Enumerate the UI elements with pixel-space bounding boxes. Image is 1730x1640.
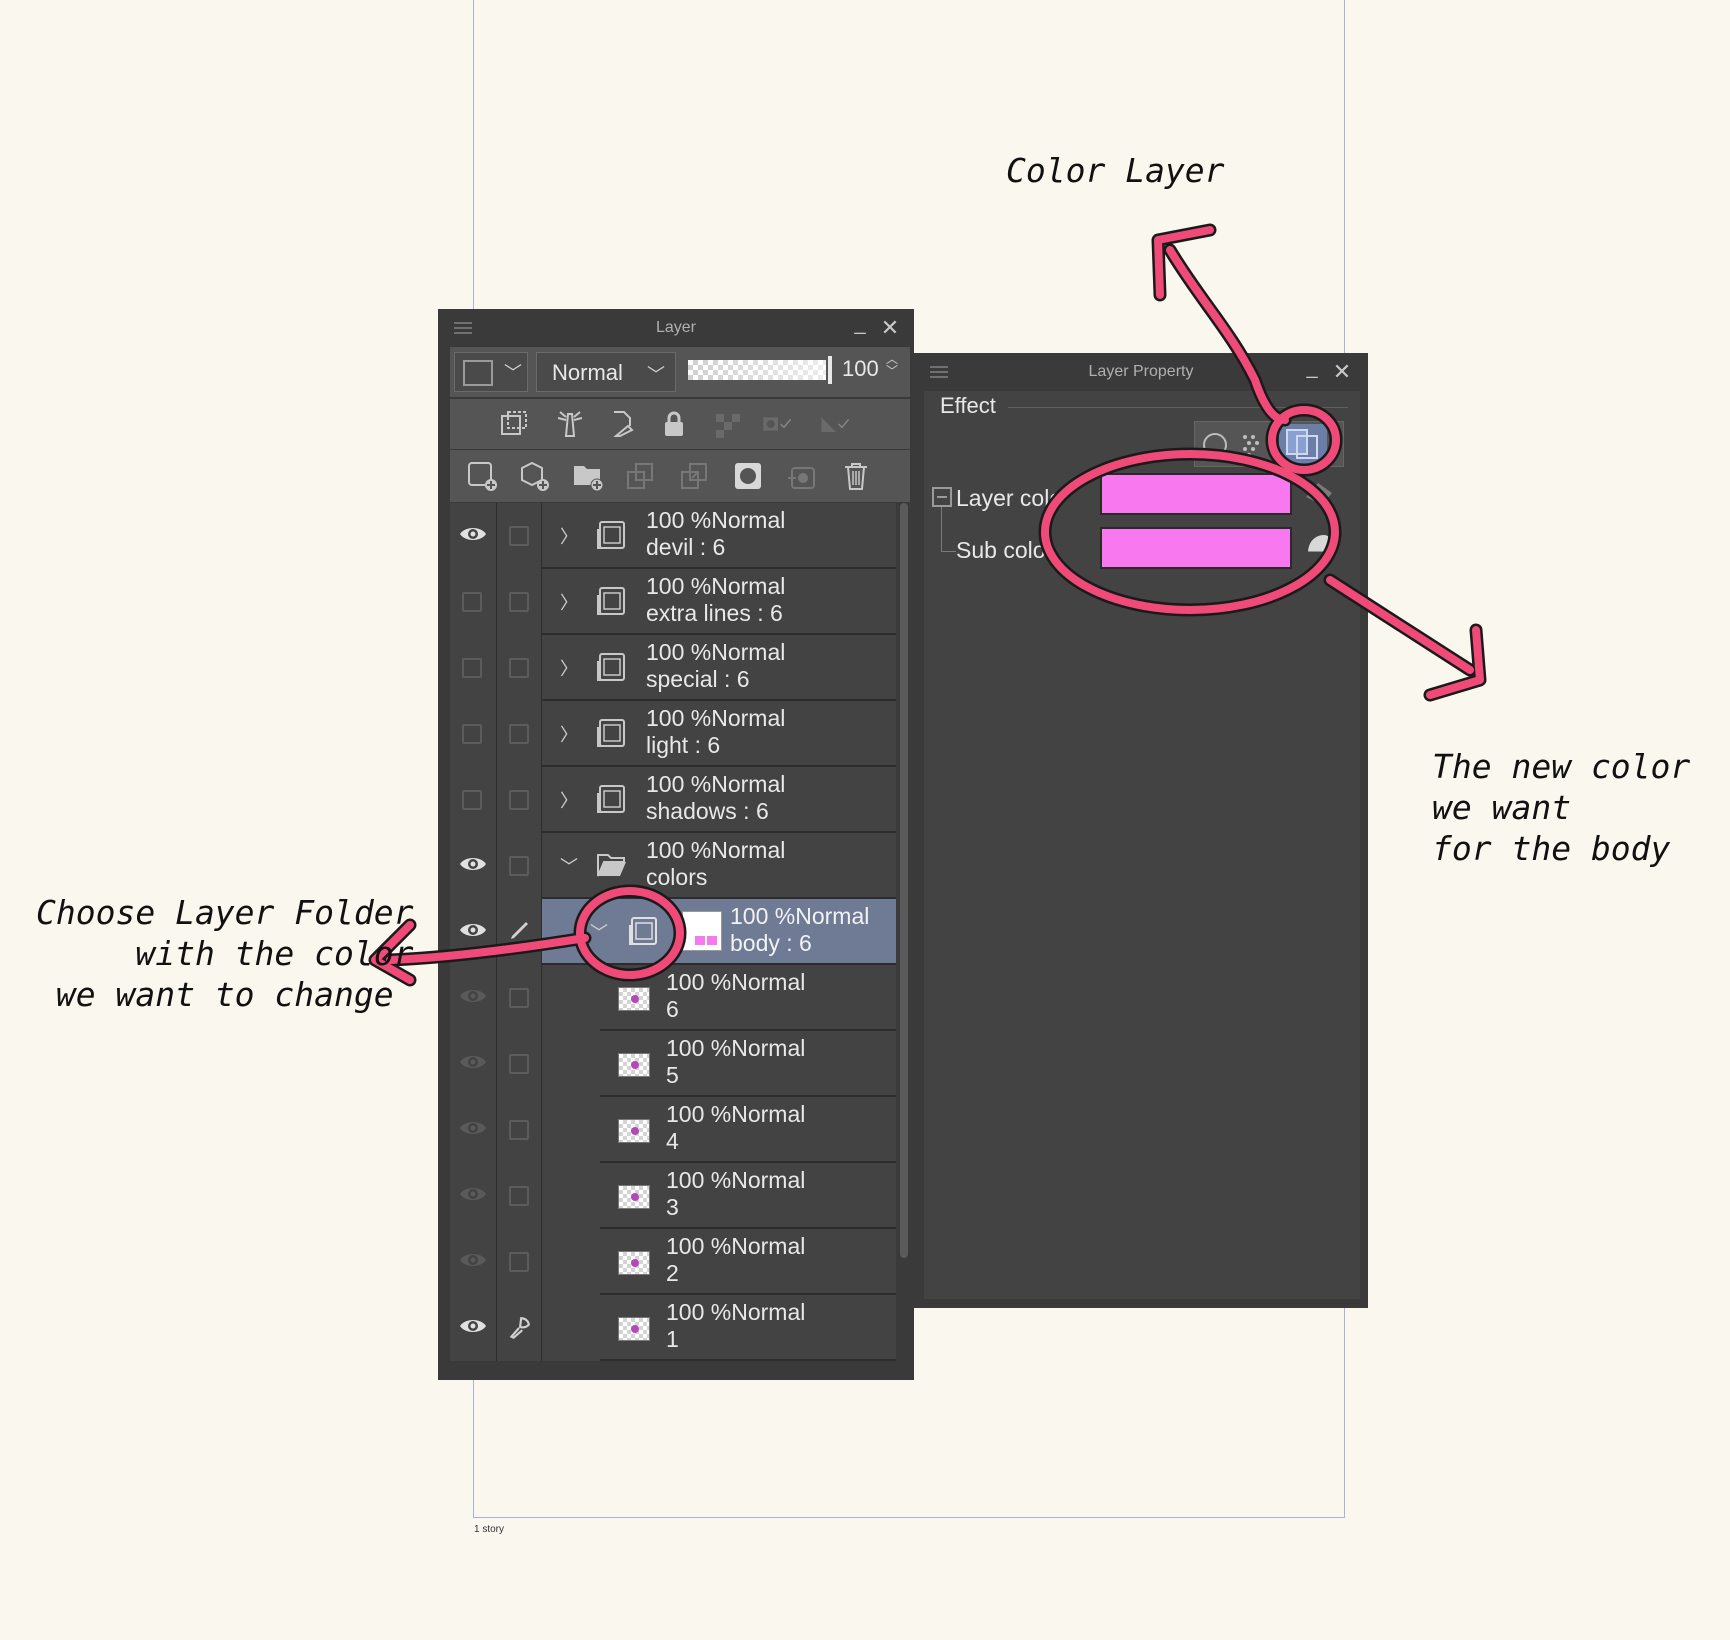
annotation-color-layer: Color Layer — [1006, 151, 1225, 190]
annotation-new-color: The new color we want for the body — [1432, 747, 1691, 868]
annotation-choose-folder: Choose Layer Folder with the color we wa… — [36, 893, 414, 1014]
